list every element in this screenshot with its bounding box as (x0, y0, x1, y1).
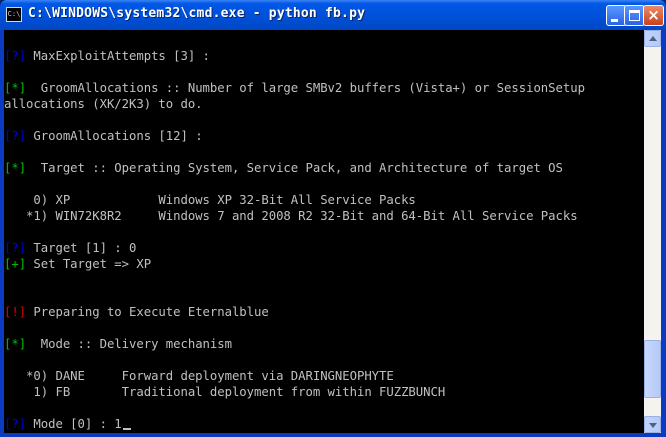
console-line-tag: [?] (4, 129, 27, 143)
console-line-text: Set Target => XP (26, 257, 152, 271)
title-bar[interactable]: C:\ C:\WINDOWS\system32\cmd.exe - python… (0, 0, 666, 30)
console-line-tag: [?] (4, 241, 27, 255)
console-line: [?] Mode [0] : 1 (4, 416, 131, 432)
text-cursor (122, 428, 131, 430)
console-line: [?] MaxExploitAttempts [3] : (4, 48, 210, 64)
console-line-text: Target [1] : 0 (26, 241, 137, 255)
console-line: *0) DANE Forward deployment via DARINGNE… (4, 368, 394, 384)
vertical-scrollbar[interactable] (644, 30, 661, 433)
console-line: [?] GroomAllocations [12] : (4, 128, 203, 144)
console-line-tag: [?] (4, 417, 27, 431)
cmd-window: C:\ C:\WINDOWS\system32\cmd.exe - python… (0, 0, 666, 437)
console-line: [+] Set Target => XP (4, 256, 151, 272)
console-line-text: 1) FB Traditional deployment from within… (4, 385, 446, 399)
window-frame-bottom[interactable] (0, 433, 666, 437)
close-button[interactable]: × (643, 5, 664, 26)
console-line-text: *0) DANE Forward deployment via DARINGNE… (4, 369, 394, 383)
console-line: [*] Mode :: Delivery mechanism (4, 336, 232, 352)
window-title: C:\WINDOWS\system32\cmd.exe - python fb.… (28, 6, 366, 21)
arrow-down-icon (649, 423, 657, 428)
arrow-up-icon (649, 36, 657, 41)
close-icon: × (647, 6, 660, 24)
console-output[interactable]: [?] MaxExploitAttempts [3] : [*] GroomAll… (4, 30, 644, 433)
console-line-text: Mode :: Delivery mechanism (26, 337, 232, 351)
console-line-text: MaxExploitAttempts [3] : (26, 49, 210, 63)
console-line: *1) WIN72K8R2 Windows 7 and 2008 R2 32-B… (4, 208, 578, 224)
console-line-tag: [*] (4, 337, 27, 351)
console-line-tag: [*] (4, 81, 27, 95)
console-line: 0) XP Windows XP 32-Bit All Service Pack… (4, 192, 416, 208)
console-line: allocations (XK/2K3) to do. (4, 96, 203, 112)
console-line: 1) FB Traditional deployment from within… (4, 384, 445, 400)
console-line: [*] Target :: Operating System, Service … (4, 160, 563, 176)
console-line: [!] Preparing to Execute Eternalblue (4, 304, 269, 320)
console-line: [*] GroomAllocations :: Number of large … (4, 80, 585, 96)
console-line-text: GroomAllocations :: Number of large SMBv… (26, 81, 585, 95)
console-line-tag: [*] (4, 161, 27, 175)
scroll-up-button[interactable] (644, 30, 661, 47)
console-line-text: *1) WIN72K8R2 Windows 7 and 2008 R2 32-B… (4, 209, 578, 223)
scroll-thumb[interactable] (644, 340, 661, 398)
cmd-icon[interactable]: C:\ (6, 7, 22, 22)
console-line-tag: [+] (4, 257, 27, 271)
scroll-down-button[interactable] (644, 416, 661, 433)
window-frame-right (661, 30, 666, 437)
console-line-text: Target :: Operating System, Service Pack… (26, 161, 563, 175)
console-line-text: allocations (XK/2K3) to do. (4, 97, 203, 111)
maximize-icon (629, 10, 640, 21)
console-line-tag: [?] (4, 49, 27, 63)
maximize-button[interactable] (624, 5, 645, 26)
console-line-text: Mode [0] : 1 (26, 417, 122, 431)
console-line: [?] Target [1] : 0 (4, 240, 136, 256)
console-line-text: Preparing to Execute Eternalblue (26, 305, 269, 319)
minimize-icon (611, 19, 618, 22)
console-line-text: 0) XP Windows XP 32-Bit All Service Pack… (4, 193, 416, 207)
console-line-text: GroomAllocations [12] : (26, 129, 203, 143)
console-line-tag: [!] (4, 305, 27, 319)
